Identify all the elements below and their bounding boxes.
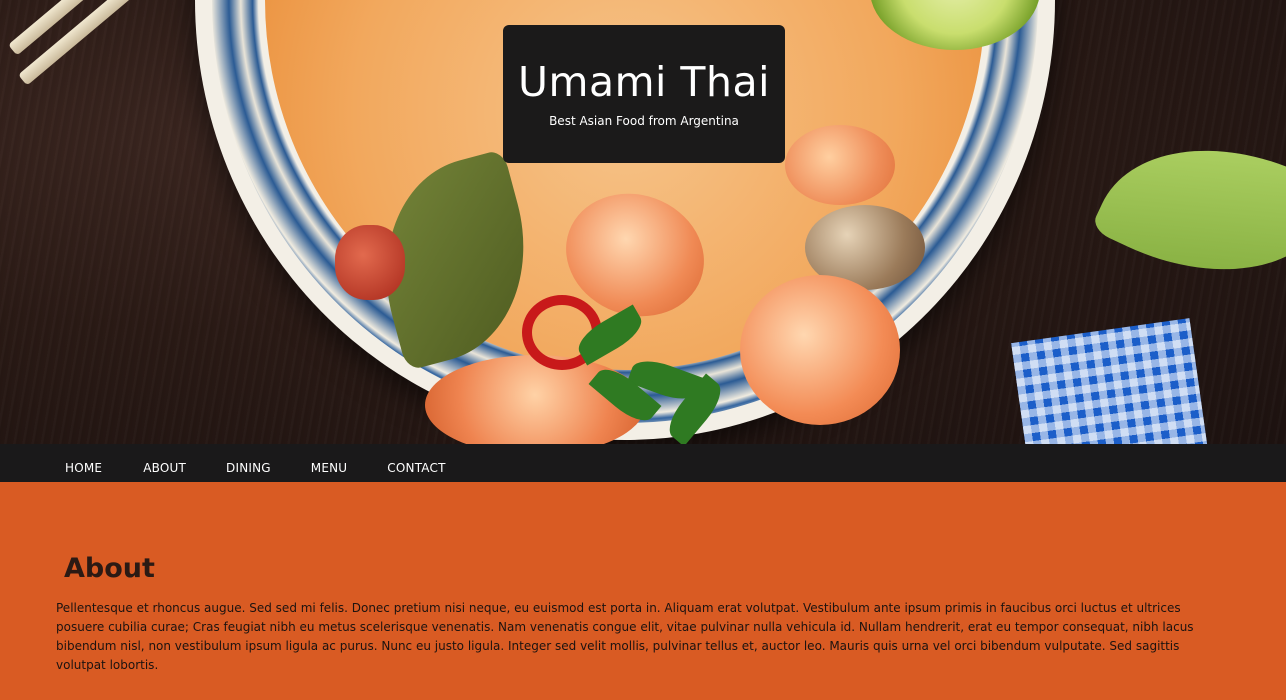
nav-item-contact[interactable]: CONTACT	[367, 444, 465, 482]
about-heading: About	[64, 553, 155, 584]
about-paragraph: Pellentesque et rhoncus augue. Sed sed m…	[56, 601, 1194, 672]
site-title-box[interactable]: Umami Thai Best Asian Food from Argentin…	[503, 25, 785, 163]
shrimp	[740, 275, 900, 425]
nav-item-dining[interactable]: DINING	[206, 444, 291, 482]
main-nav: HOME ABOUT DINING MENU CONTACT	[0, 444, 1286, 482]
shrimp	[785, 125, 895, 205]
site-title[interactable]: Umami Thai	[503, 25, 785, 109]
site-tagline: Best Asian Food from Argentina	[549, 114, 739, 128]
nav-item-about[interactable]: ABOUT	[122, 444, 206, 482]
tomato	[335, 225, 405, 300]
nav-item-home[interactable]: HOME	[45, 444, 122, 482]
hero-banner: Umami Thai Best Asian Food from Argentin…	[0, 0, 1286, 444]
about-section: About Pellentesque et rhoncus augue. Sed…	[0, 482, 1286, 700]
nav-item-menu[interactable]: MENU	[291, 444, 368, 482]
